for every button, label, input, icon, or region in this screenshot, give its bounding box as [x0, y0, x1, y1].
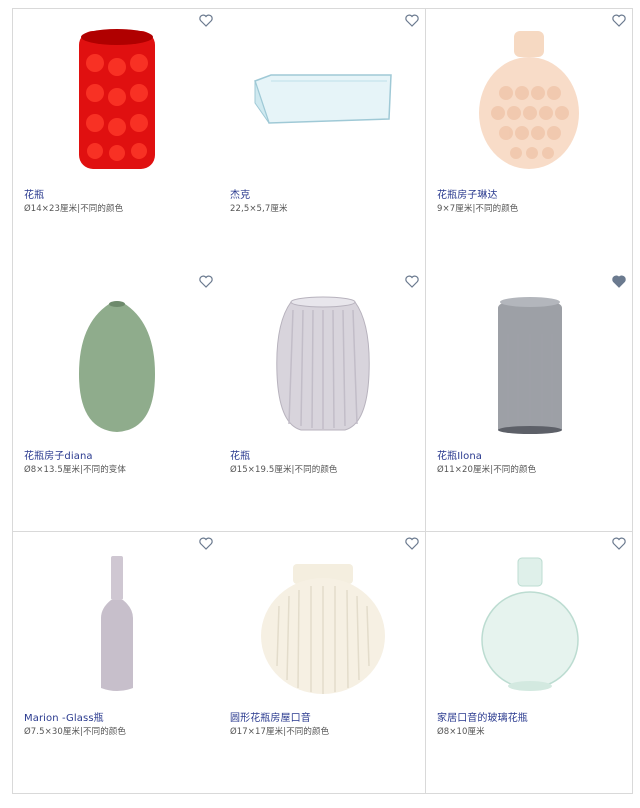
- product-title[interactable]: 花瓶房子琳达: [437, 186, 498, 201]
- red-vase-image[interactable]: [13, 23, 219, 173]
- product-title[interactable]: 家居口音的玻璃花瓶: [437, 709, 528, 724]
- product-card[interactable]: 家居口音的玻璃花瓶 Ø8×10厘米: [426, 532, 633, 794]
- product-spec: 22,5×5,7厘米: [230, 204, 288, 214]
- grey-glass-vase-image[interactable]: [426, 284, 632, 434]
- product-card[interactable]: 杰克 22,5×5,7厘米: [219, 8, 426, 271]
- green-vase-image[interactable]: [13, 284, 219, 434]
- product-card[interactable]: 花瓶房子diana Ø8×13.5厘米|不同的变体: [12, 270, 220, 532]
- product-card[interactable]: Marion -Glass瓶 Ø7.5×30厘米|不同的颜色: [12, 532, 220, 794]
- glass-tray-image[interactable]: [219, 23, 425, 173]
- glass-bottle-image[interactable]: [13, 546, 219, 696]
- product-spec: Ø15×19.5厘米|不同的颜色: [230, 465, 338, 475]
- peach-vase-image[interactable]: [426, 23, 632, 173]
- ribbed-glass-vase-image[interactable]: [219, 284, 425, 434]
- glass-bulb-vase-image[interactable]: [426, 546, 632, 696]
- product-title[interactable]: Marion -Glass瓶: [24, 709, 104, 724]
- product-spec: Ø14×23厘米|不同的颜色: [24, 204, 124, 214]
- product-card[interactable]: 花瓶 Ø14×23厘米|不同的颜色: [12, 8, 220, 271]
- product-title[interactable]: 圆形花瓶房屋口音: [230, 709, 311, 724]
- product-grid: 花瓶 Ø14×23厘米|不同的颜色 杰克 22,5×5,7厘米 花瓶房子琳达 9…: [12, 8, 634, 808]
- product-spec: Ø7.5×30厘米|不同的颜色: [24, 727, 127, 737]
- product-title[interactable]: 花瓶: [24, 186, 44, 201]
- product-title[interactable]: 花瓶: [230, 447, 250, 462]
- product-spec: Ø8×13.5厘米|不同的变体: [24, 465, 127, 475]
- product-spec: Ø11×20厘米|不同的颜色: [437, 465, 537, 475]
- round-ribbed-vase-image[interactable]: [219, 546, 425, 696]
- product-card[interactable]: 花瓶房子琳达 9×7厘米|不同的颜色: [426, 8, 633, 271]
- product-title[interactable]: 杰克: [230, 186, 250, 201]
- product-title[interactable]: 花瓶Ilona: [437, 447, 482, 462]
- product-spec: 9×7厘米|不同的颜色: [437, 204, 519, 214]
- product-spec: Ø8×10厘米: [437, 727, 485, 737]
- product-card[interactable]: 圆形花瓶房屋口音 Ø17×17厘米|不同的颜色: [219, 532, 426, 794]
- product-title[interactable]: 花瓶房子diana: [24, 447, 93, 462]
- product-card[interactable]: 花瓶Ilona Ø11×20厘米|不同的颜色: [426, 270, 633, 532]
- product-spec: Ø17×17厘米|不同的颜色: [230, 727, 330, 737]
- product-card[interactable]: 花瓶 Ø15×19.5厘米|不同的颜色: [219, 270, 426, 532]
